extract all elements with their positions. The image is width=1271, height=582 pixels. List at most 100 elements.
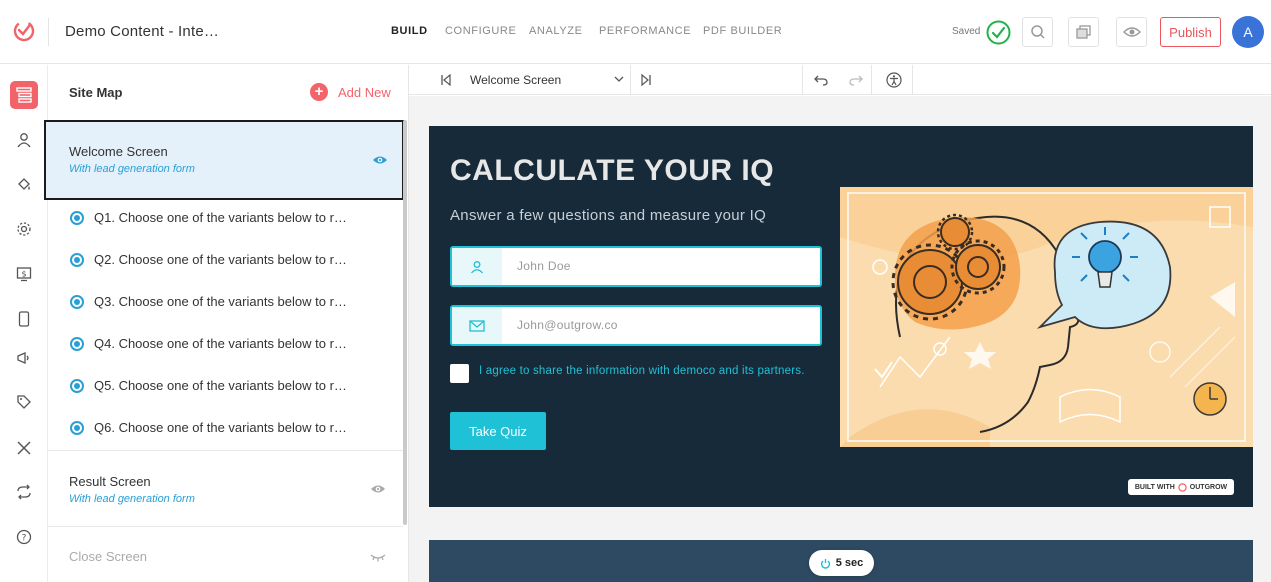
dollar-screen-icon: $: [16, 267, 32, 282]
visibility-eye-icon[interactable]: [370, 483, 386, 495]
promote-rail-button[interactable]: [10, 344, 38, 372]
preview-button[interactable]: [1116, 17, 1147, 47]
sitemap-item-welcome[interactable]: Welcome Screen With lead generation form: [44, 120, 404, 200]
divider: [48, 18, 49, 46]
chevron-down-icon: [614, 76, 624, 82]
megaphone-icon: [17, 352, 29, 364]
question-radio-icon: [70, 379, 84, 393]
tab-analyze[interactable]: ANALYZE: [529, 25, 583, 37]
eye-icon: [1122, 27, 1141, 37]
built-with-badge[interactable]: BUILT WITH OUTGROW: [1128, 479, 1234, 495]
mobile-icon: [18, 311, 30, 327]
question-radio-icon: [70, 337, 84, 351]
site-map-title: Site Map: [69, 85, 123, 100]
user-rail-button[interactable]: [10, 126, 38, 154]
tools-icon: [17, 441, 31, 455]
sitemap-item-q1[interactable]: Q1. Choose one of the variants below to …: [48, 197, 400, 239]
question-radio-icon: [70, 211, 84, 225]
outgrow-logo-icon: [1178, 482, 1187, 492]
settings-rail-button[interactable]: [10, 215, 38, 243]
card-title[interactable]: CALCULATE YOUR IQ: [450, 154, 774, 188]
sitemap-icon: [16, 87, 32, 103]
question-radio-icon: [70, 295, 84, 309]
built-with-brand: OUTGROW: [1189, 483, 1228, 491]
agree-checkbox[interactable]: [450, 364, 469, 383]
load-time-badge: 5 sec: [809, 550, 874, 576]
skip-forward-icon: [641, 74, 651, 86]
last-screen-button[interactable]: [631, 65, 661, 95]
sitemap-rail-button[interactable]: [10, 81, 38, 109]
screen-selector-value: Welcome Screen: [470, 73, 562, 87]
mobile-rail-button[interactable]: [10, 305, 38, 333]
sync-icon: [17, 484, 31, 500]
tab-build[interactable]: BUILD: [391, 25, 428, 37]
gear-icon: [17, 222, 31, 236]
tab-configure[interactable]: CONFIGURE: [445, 25, 516, 37]
avatar[interactable]: A: [1232, 16, 1264, 48]
welcome-screen-card[interactable]: CALCULATE YOUR IQ Answer a few questions…: [429, 126, 1253, 507]
redo-button[interactable]: [840, 65, 872, 95]
integrations-rail-button[interactable]: [10, 478, 38, 506]
pricing-rail-button[interactable]: $: [10, 260, 38, 288]
sitemap-item-result[interactable]: Result Screen With lead generation form: [48, 474, 400, 514]
divider: [48, 526, 403, 527]
sitemap-item-q6[interactable]: Q6. Choose one of the variants below to …: [48, 407, 400, 449]
name-field[interactable]: John Doe: [450, 246, 822, 287]
tags-rail-button[interactable]: [10, 388, 38, 416]
add-new-label: Add New: [338, 84, 391, 100]
sitemap-item-q4[interactable]: Q4. Choose one of the variants below to …: [48, 323, 400, 365]
built-with-label: BUILT WITH: [1134, 483, 1175, 491]
outgrow-logo-icon[interactable]: [12, 19, 36, 43]
screen-selector[interactable]: Welcome Screen: [461, 65, 631, 95]
visibility-eye-icon[interactable]: [372, 154, 388, 166]
load-time-label: 5 sec: [835, 557, 864, 569]
duplicate-button[interactable]: [1068, 17, 1099, 47]
agree-label: I agree to share the information with de…: [479, 365, 805, 377]
screen-name: Welcome Screen: [69, 144, 168, 159]
screen-name: Result Screen: [69, 474, 151, 489]
copy-icon: [1075, 25, 1091, 39]
hidden-eye-icon[interactable]: [370, 551, 386, 563]
question-label: Q4. Choose one of the variants below to …: [94, 336, 347, 351]
sitemap-item-q2[interactable]: Q2. Choose one of the variants below to …: [48, 239, 400, 281]
mail-icon: [469, 319, 485, 332]
publish-button[interactable]: Publish: [1160, 17, 1221, 47]
add-new-button[interactable]: + Add New: [310, 83, 391, 101]
undo-icon: [814, 75, 828, 86]
email-field[interactable]: John@outgrow.co: [450, 305, 822, 346]
accessibility-icon: [885, 72, 902, 88]
saved-check-icon: [986, 20, 1011, 45]
accessibility-button[interactable]: [875, 65, 913, 95]
sitemap-item-q3[interactable]: Q3. Choose one of the variants below to …: [48, 281, 400, 323]
take-quiz-button[interactable]: Take Quiz: [450, 412, 546, 450]
editor-canvas: CALCULATE YOUR IQ Answer a few questions…: [409, 96, 1271, 582]
design-rail-button[interactable]: [10, 170, 38, 198]
quiz-illustration[interactable]: [840, 187, 1253, 447]
first-screen-button[interactable]: [431, 65, 461, 95]
help-icon: ?: [16, 529, 32, 545]
sitemap-item-q5[interactable]: Q5. Choose one of the variants below to …: [48, 365, 400, 407]
card-subtitle[interactable]: Answer a few questions and measure your …: [450, 207, 766, 224]
sitemap-item-close[interactable]: Close Screen: [69, 549, 147, 564]
undo-button[interactable]: [805, 65, 837, 95]
divider: [802, 65, 803, 95]
svg-text:?: ?: [22, 534, 27, 544]
tools-rail-button[interactable]: [10, 434, 38, 462]
tab-performance[interactable]: PERFORMANCE: [599, 25, 691, 37]
divider: [48, 450, 403, 451]
app-title[interactable]: Demo Content - Inte…: [65, 23, 219, 40]
sitemap-scrollbar[interactable]: [403, 120, 407, 525]
saved-label: Saved: [952, 26, 981, 37]
search-button[interactable]: [1022, 17, 1053, 47]
question-label: Q2. Choose one of the variants below to …: [94, 252, 347, 267]
name-placeholder: John Doe: [517, 259, 571, 273]
power-icon: [820, 558, 830, 569]
question-radio-icon: [70, 253, 84, 267]
field-icon-box: [452, 248, 502, 285]
help-rail-button[interactable]: ?: [10, 523, 38, 551]
search-icon: [1030, 25, 1045, 39]
tab-pdf-builder[interactable]: PDF BUILDER: [703, 25, 782, 37]
screen-subtitle: With lead generation form: [69, 163, 195, 175]
question-label: Q6. Choose one of the variants below to …: [94, 420, 347, 435]
question-label: Q3. Choose one of the variants below to …: [94, 294, 347, 309]
